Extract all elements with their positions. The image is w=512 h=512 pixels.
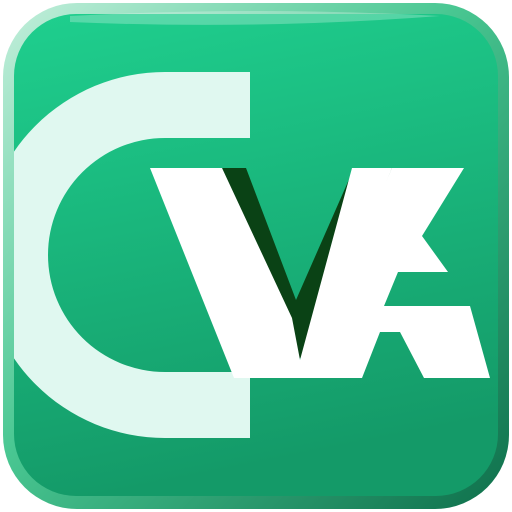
app-icon-canvas <box>0 0 512 512</box>
cva-app-icon <box>3 3 509 509</box>
